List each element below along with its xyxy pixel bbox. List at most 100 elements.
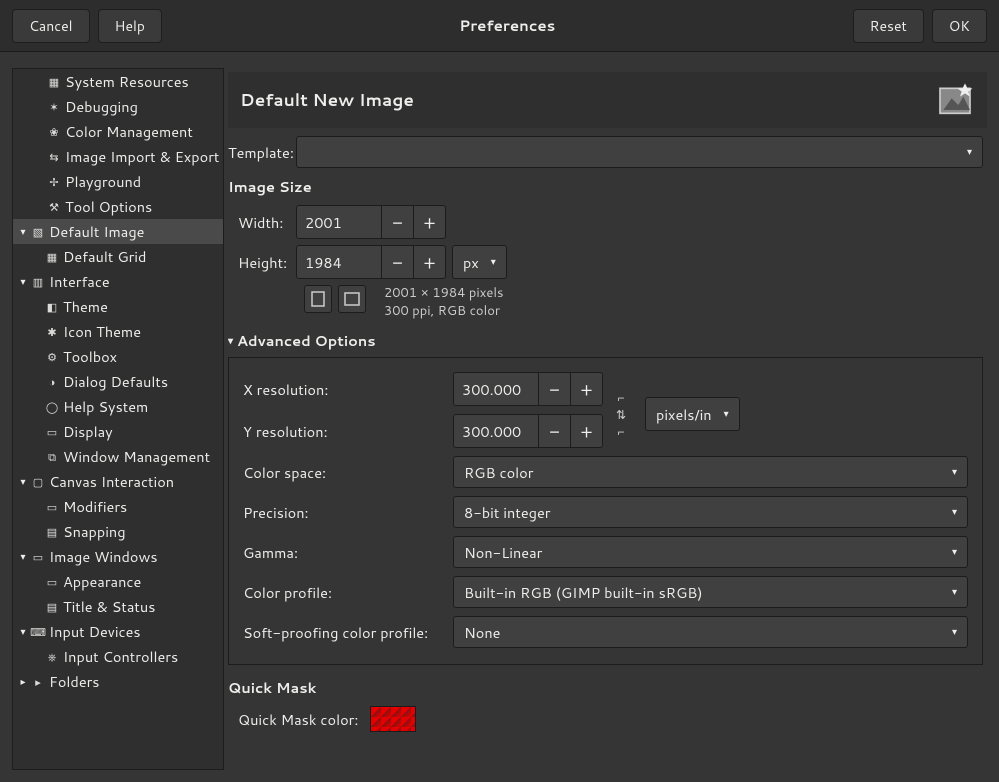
width-increment-button[interactable]: + [414, 205, 446, 239]
sidebar-item-label: Help System [63, 396, 148, 417]
gamma-label: Gamma: [243, 542, 453, 563]
help-button[interactable]: Help [98, 9, 162, 43]
expander-icon: ▾ [17, 476, 29, 488]
snap-icon: ▤ [45, 525, 59, 539]
chevron-down-icon: ▾ [967, 145, 972, 159]
sidebar-item-image-import-export[interactable]: ⇆Image Import & Export [13, 144, 223, 169]
height-input[interactable] [296, 245, 382, 279]
portrait-button[interactable] [304, 285, 332, 313]
chevron-down-icon: ▾ [952, 585, 957, 599]
sidebar-item-default-image[interactable]: ▾▧Default Image [13, 219, 223, 244]
height-label: Height: [238, 252, 296, 273]
sidebar-item-playground[interactable]: ✢ Playground [13, 169, 223, 194]
sidebar-item-image-windows[interactable]: ▾▭Image Windows [13, 544, 223, 569]
advanced-options-expander[interactable]: ▾ Advanced Options [228, 330, 983, 351]
toolbox-icon: ⚙ [45, 350, 59, 364]
sidebar-item-label: Modifiers [63, 496, 127, 517]
expander-icon: ▾ [17, 551, 29, 563]
pinwheel-icon: ✢ [47, 175, 61, 189]
sidebar-item-input-devices[interactable]: ▾⌨Input Devices [13, 619, 223, 644]
sidebar-item-label: Display [63, 421, 113, 442]
height-increment-button[interactable]: + [414, 245, 446, 279]
sidebar-item-snapping[interactable]: ▤Snapping [13, 519, 223, 544]
reset-button[interactable]: Reset [853, 9, 924, 43]
quickmask-color-button[interactable] [370, 706, 416, 732]
xres-increment-button[interactable]: + [571, 372, 603, 406]
sidebar-item-label: Icon Theme [63, 321, 141, 342]
ctrl-icon: ⎈ [45, 650, 59, 664]
yres-increment-button[interactable]: + [571, 414, 603, 448]
softproof-profile-label: Soft-proofing color profile: [243, 622, 453, 643]
width-input[interactable] [296, 205, 382, 239]
yres-label: Y resolution: [243, 421, 453, 442]
yres-decrement-button[interactable]: − [539, 414, 571, 448]
mod-icon: ▭ [45, 500, 59, 514]
grid-icon: ▦ [45, 250, 59, 264]
color-profile-dropdown[interactable]: Built-in RGB (GIMP built-in sRGB) ▾ [453, 576, 968, 608]
template-dropdown[interactable]: ▾ [296, 136, 983, 168]
colorspace-dropdown[interactable]: RGB color ▾ [453, 456, 968, 488]
sidebar-item-system-resources[interactable]: ▦System Resources [13, 69, 223, 94]
xres-decrement-button[interactable]: − [539, 372, 571, 406]
canvas-icon: ▢ [31, 475, 45, 489]
precision-label: Precision: [243, 502, 453, 523]
ok-button[interactable]: OK [932, 9, 987, 43]
appear-icon: ▭ [45, 575, 59, 589]
sidebar-item-toolbox[interactable]: ⚙ Toolbox [13, 344, 223, 369]
width-decrement-button[interactable]: − [382, 205, 414, 239]
xres-label: X resolution: [243, 379, 453, 400]
preferences-tree[interactable]: ▦System Resources✶Debugging❀Color Manage… [12, 68, 224, 770]
sidebar-item-color-management[interactable]: ❀Color Management [13, 119, 223, 144]
sidebar-item-label: Image Import & Export [65, 146, 219, 167]
height-decrement-button[interactable]: − [382, 245, 414, 279]
image-icon: ▧ [31, 225, 45, 239]
sidebar-item-window-management[interactable]: ⧉Window Management [13, 444, 223, 469]
sidebar-item-label: Tool Options [65, 196, 152, 217]
resolution-unit-dropdown[interactable]: pixels/in ▾ [645, 397, 740, 431]
sidebar-item-display[interactable]: ▭Display [13, 419, 223, 444]
sidebar-item-label: Input Controllers [63, 646, 178, 667]
sidebar-item-debugging[interactable]: ✶Debugging [13, 94, 223, 119]
sidebar-item-interface[interactable]: ▾▥Interface [13, 269, 223, 294]
sidebar-item-theme[interactable]: ◧Theme [13, 294, 223, 319]
sidebar-item-label: Playground [65, 171, 141, 192]
sidebar-item-label: Theme [63, 296, 108, 317]
sidebar-item-tool-options[interactable]: ⚒ Tool Options [13, 194, 223, 219]
sidebar-item-label: Title & Status [63, 596, 155, 617]
expander-icon: ▾ [17, 226, 29, 238]
sidebar-item-modifiers[interactable]: ▭ Modifiers [13, 494, 223, 519]
sidebar-item-label: Canvas Interaction [49, 471, 174, 492]
sidebar-item-label: Appearance [63, 571, 141, 592]
color-profile-label: Color profile: [243, 582, 453, 603]
sidebar-item-title-status[interactable]: ▤Title & Status [13, 594, 223, 619]
sidebar-item-appearance[interactable]: ▭ Appearance [13, 569, 223, 594]
size-unit-dropdown[interactable]: px ▾ [452, 245, 507, 279]
xres-input[interactable] [453, 372, 539, 406]
sidebar-item-label: Input Devices [49, 621, 141, 642]
windows-icon: ⧉ [45, 450, 59, 464]
sidebar-item-input-controllers[interactable]: ⎈ Input Controllers [13, 644, 223, 669]
yres-input[interactable] [453, 414, 539, 448]
sidebar-item-canvas-interaction[interactable]: ▾▢ Canvas Interaction [13, 469, 223, 494]
sidebar-item-icon-theme[interactable]: ✱Icon Theme [13, 319, 223, 344]
chevron-down-icon: ▾ [952, 625, 957, 639]
sidebar-item-label: Dialog Defaults [63, 371, 168, 392]
chevron-down-icon: ▾ [491, 255, 496, 269]
sidebar-item-default-grid[interactable]: ▦ Default Grid [13, 244, 223, 269]
sidebar-item-dialog-defaults[interactable]: ◑Dialog Defaults [13, 369, 223, 394]
precision-dropdown[interactable]: 8-bit integer ▾ [453, 496, 968, 528]
resolution-link-icon[interactable]: ⌐⇅⌐ [611, 389, 631, 440]
sidebar-item-label: Debugging [65, 96, 138, 117]
sidebar-item-folders[interactable]: ▸▸Folders [13, 669, 223, 694]
sidebar-item-help-system[interactable]: ◯Help System [13, 394, 223, 419]
gamma-dropdown[interactable]: Non-Linear ▾ [453, 536, 968, 568]
cancel-button[interactable]: Cancel [12, 9, 90, 43]
sidebar-item-label: Default Grid [63, 246, 146, 267]
softproof-profile-dropdown[interactable]: None ▾ [453, 616, 968, 648]
sidebar-item-label: Folders [49, 671, 99, 692]
sidebar-item-label: Toolbox [63, 346, 117, 367]
landscape-button[interactable] [338, 285, 366, 313]
chevron-down-icon: ▾ [952, 465, 957, 479]
colorspace-label: Color space: [243, 462, 453, 483]
tools-icon: ⚒ [47, 200, 61, 214]
